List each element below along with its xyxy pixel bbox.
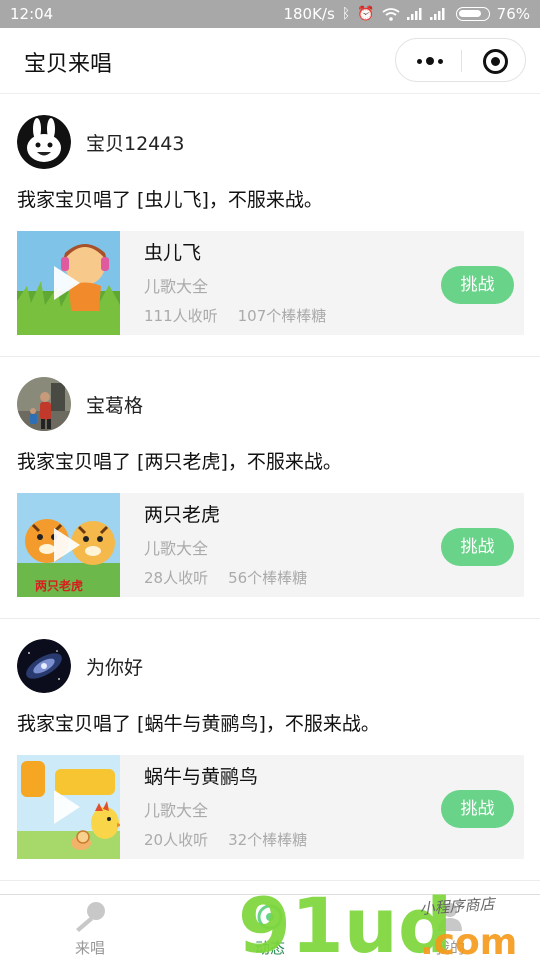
wifi-icon bbox=[382, 7, 400, 21]
tab-sing[interactable]: 来唱 bbox=[0, 895, 180, 960]
song-card[interactable]: 两只老虎 两只老虎 儿歌大全 28人收听 56个棒棒糖 挑战 bbox=[17, 493, 524, 597]
song-stats: 111人收听 107个棒棒糖 bbox=[144, 305, 326, 326]
song-title: 两只老虎 bbox=[144, 504, 221, 526]
username[interactable]: 为你好 bbox=[86, 653, 143, 680]
play-icon bbox=[54, 790, 80, 824]
signal-icon bbox=[406, 8, 422, 20]
listener-count: 111人收听 bbox=[144, 307, 218, 325]
song-stats: 20人收听 32个棒棒糖 bbox=[144, 829, 307, 850]
album-name: 儿歌大全 bbox=[144, 539, 209, 558]
song-title: 虫儿飞 bbox=[144, 242, 202, 264]
challenge-button[interactable]: 挑战 bbox=[441, 790, 514, 828]
feed-post: 为你好 我家宝贝唱了 [蜗牛与黄鹂鸟]，不服来战。 蜗牛与黄鹂鸟 儿歌大全 20… bbox=[0, 619, 540, 881]
microphone-icon bbox=[76, 902, 105, 932]
avatar[interactable] bbox=[17, 377, 71, 431]
more-options-button[interactable] bbox=[414, 51, 446, 71]
status-time: 12:04 bbox=[10, 5, 54, 23]
album-name: 儿歌大全 bbox=[144, 801, 209, 820]
candy-count: 56个棒棒糖 bbox=[228, 569, 308, 587]
avatar[interactable] bbox=[17, 115, 71, 169]
username[interactable]: 宝贝12443 bbox=[86, 129, 184, 156]
thumb-caption: 两只老虎 bbox=[35, 578, 83, 593]
status-bar: 12:04 180K/s ᛒ ⏰ 76% bbox=[0, 0, 540, 28]
post-text: 我家宝贝唱了 [蜗牛与黄鹂鸟]，不服来战。 bbox=[17, 713, 380, 735]
song-thumbnail[interactable]: 两只老虎 bbox=[17, 493, 120, 597]
feed-post: 宝葛格 我家宝贝唱了 [两只老虎]，不服来战。 两只老虎 两只老虎 儿歌大全 2… bbox=[0, 357, 540, 619]
signal-icon-2 bbox=[429, 8, 445, 20]
song-stats: 28人收听 56个棒棒糖 bbox=[144, 567, 307, 588]
avatar[interactable] bbox=[17, 639, 71, 693]
battery-icon bbox=[455, 7, 490, 21]
close-miniprogram-button[interactable] bbox=[483, 49, 508, 74]
page-title: 宝贝来唱 bbox=[24, 52, 113, 77]
battery-percent: 76% bbox=[496, 5, 530, 23]
song-card[interactable]: 虫儿飞 儿歌大全 111人收听 107个棒棒糖 挑战 bbox=[17, 231, 524, 335]
miniprogram-capsule bbox=[395, 38, 526, 82]
song-title: 蜗牛与黄鹂鸟 bbox=[144, 766, 259, 788]
title-bar: 宝贝来唱 bbox=[0, 28, 540, 94]
post-text: 我家宝贝唱了 [虫儿飞]，不服来战。 bbox=[17, 189, 323, 211]
play-icon bbox=[54, 528, 80, 562]
site-watermark: 91ud .com 小程序商店 bbox=[238, 881, 517, 960]
challenge-button[interactable]: 挑战 bbox=[441, 528, 514, 566]
challenge-button[interactable]: 挑战 bbox=[441, 266, 514, 304]
song-card[interactable]: 蜗牛与黄鹂鸟 儿歌大全 20人收听 32个棒棒糖 挑战 bbox=[17, 755, 524, 859]
feed-post: 宝贝12443 我家宝贝唱了 [虫儿飞]，不服来战。 虫儿飞 儿歌大全 111人… bbox=[0, 95, 540, 357]
listener-count: 28人收听 bbox=[144, 569, 209, 587]
bluetooth-icon: ᛒ bbox=[341, 6, 351, 22]
capsule-divider bbox=[461, 50, 462, 72]
network-speed: 180K/s bbox=[283, 5, 335, 23]
play-icon bbox=[54, 266, 80, 300]
listener-count: 20人收听 bbox=[144, 831, 209, 849]
song-thumbnail[interactable] bbox=[17, 755, 120, 859]
tab-label: 来唱 bbox=[74, 939, 105, 957]
candy-count: 32个棒棒糖 bbox=[228, 831, 308, 849]
album-name: 儿歌大全 bbox=[144, 277, 209, 296]
candy-count: 107个棒棒糖 bbox=[237, 307, 327, 325]
post-text: 我家宝贝唱了 [两只老虎]，不服来战。 bbox=[17, 451, 342, 473]
song-thumbnail[interactable] bbox=[17, 231, 120, 335]
alarm-icon: ⏰ bbox=[357, 6, 375, 22]
watermark-domain: .com bbox=[420, 922, 517, 960]
username[interactable]: 宝葛格 bbox=[86, 391, 143, 418]
